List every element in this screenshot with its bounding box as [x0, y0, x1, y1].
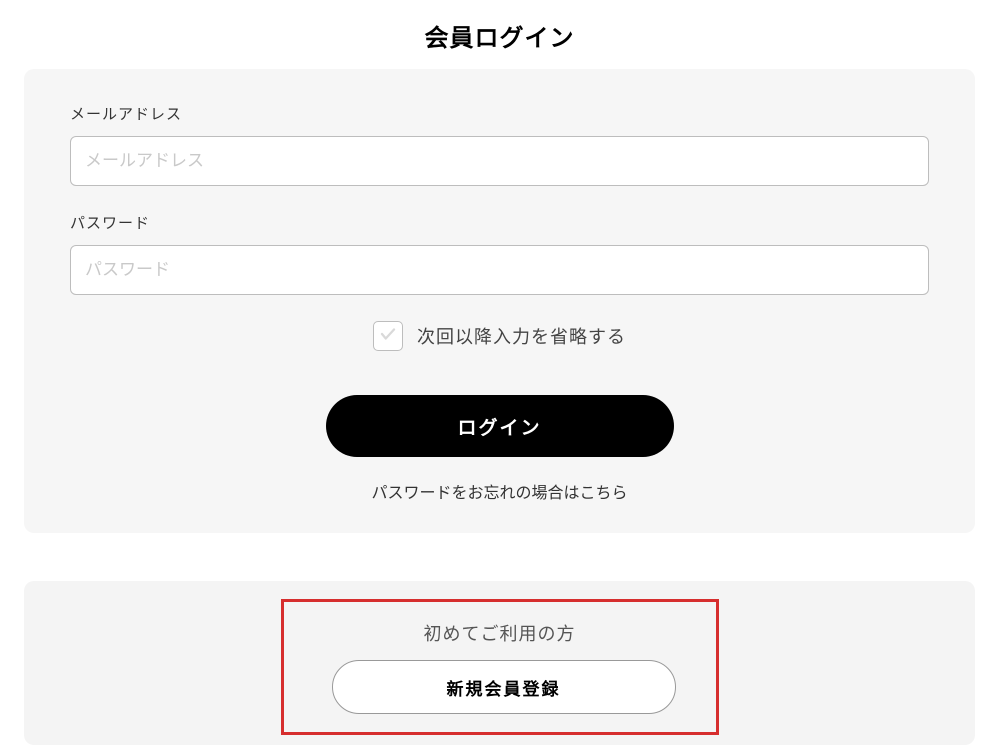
remember-row: 次回以降入力を省略する	[70, 321, 929, 351]
login-card: メールアドレス パスワード 次回以降入力を省略する ログイン パスワードをお忘れ…	[24, 69, 975, 533]
email-group: メールアドレス	[70, 103, 929, 186]
check-icon	[379, 325, 397, 348]
signup-button[interactable]: 新規会員登録	[332, 660, 676, 714]
signup-heading: 初めてご利用の方	[332, 620, 668, 646]
email-label: メールアドレス	[70, 103, 929, 124]
password-field[interactable]	[70, 245, 929, 295]
remember-checkbox[interactable]	[373, 321, 403, 351]
email-field[interactable]	[70, 136, 929, 186]
login-button[interactable]: ログイン	[326, 395, 674, 457]
signup-highlight-box: 初めてご利用の方 新規会員登録	[281, 599, 719, 735]
password-group: パスワード	[70, 212, 929, 295]
signup-card: 初めてご利用の方 新規会員登録	[24, 581, 975, 745]
password-label: パスワード	[70, 212, 929, 233]
page-title: 会員ログイン	[24, 18, 975, 53]
section-spacer	[24, 533, 975, 581]
remember-label: 次回以降入力を省略する	[417, 323, 626, 349]
forgot-password-link[interactable]: パスワードをお忘れの場合はこちら	[70, 479, 929, 503]
